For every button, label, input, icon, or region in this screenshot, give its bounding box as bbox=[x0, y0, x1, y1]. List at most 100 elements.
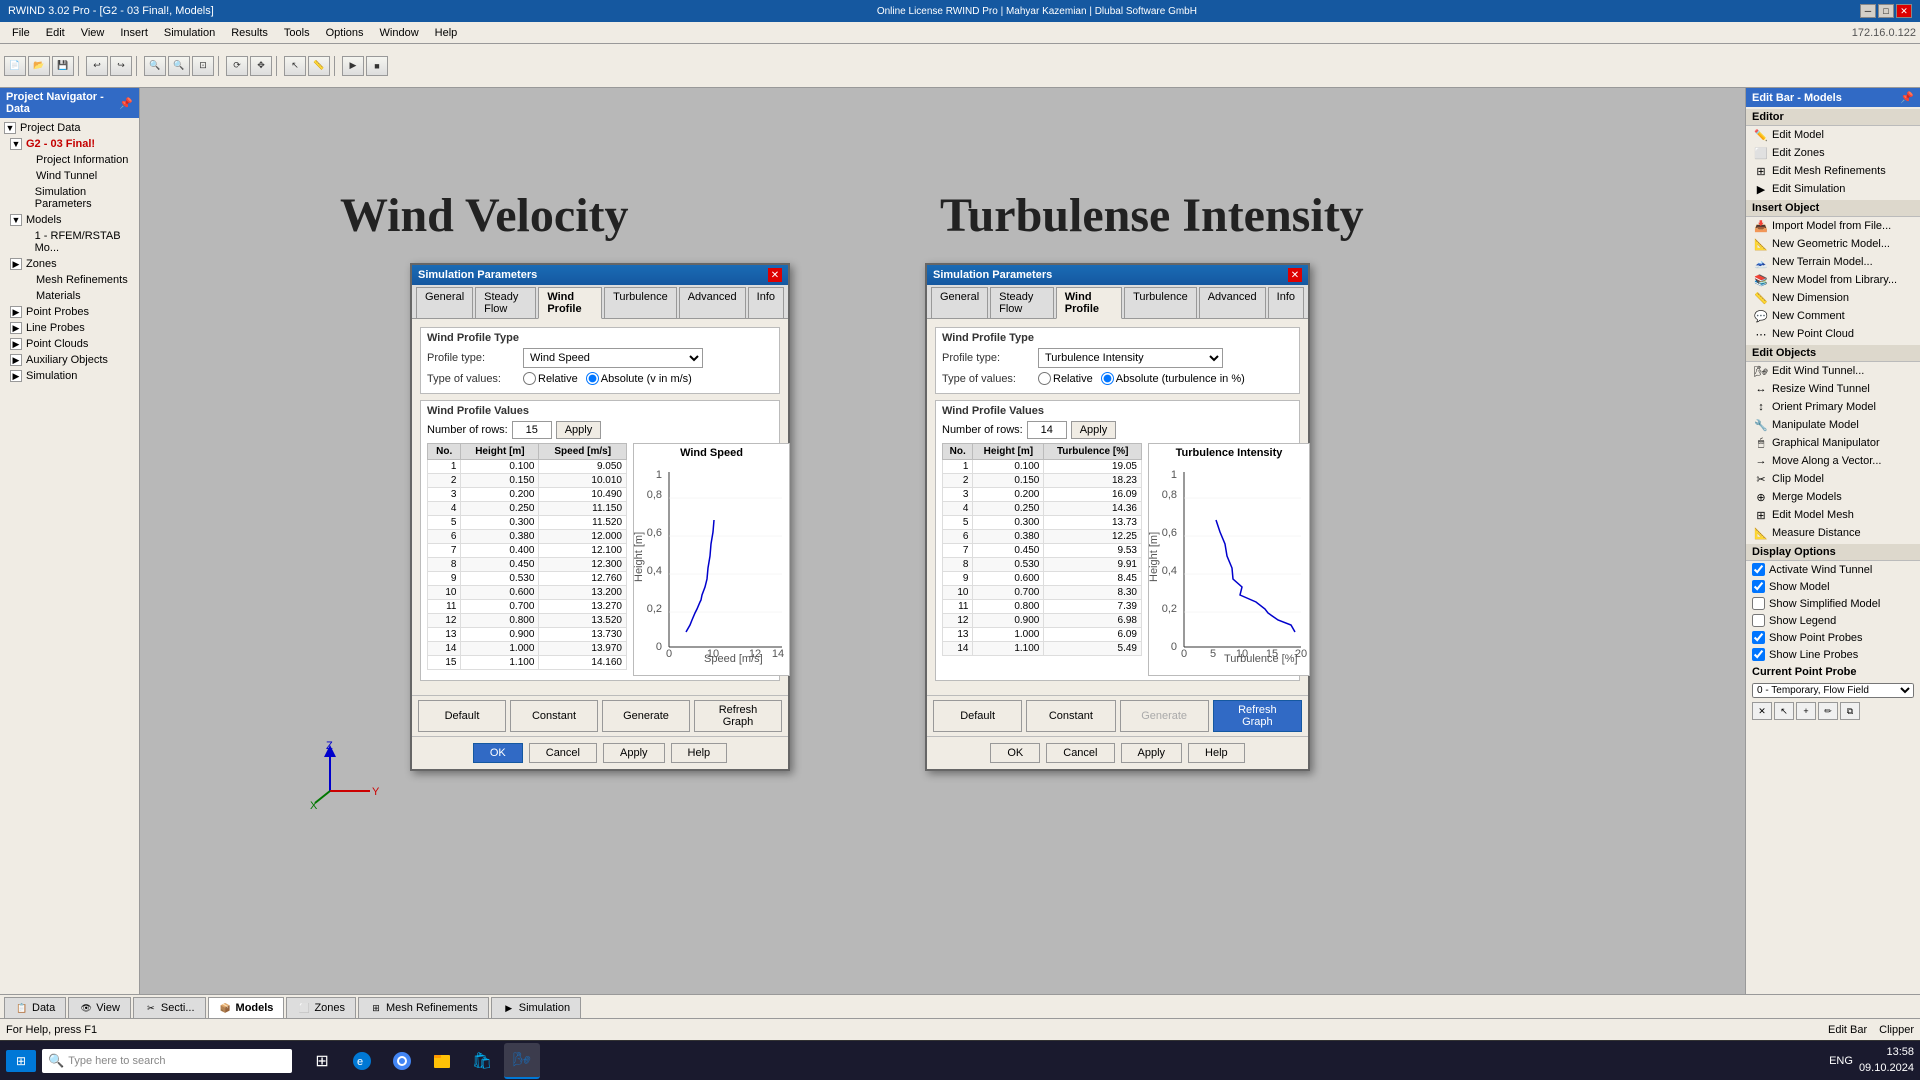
menu-results[interactable]: Results bbox=[223, 25, 276, 41]
probe-btn-add[interactable]: + bbox=[1796, 702, 1816, 720]
tab-data[interactable]: 📋 Data bbox=[4, 997, 66, 1018]
tab-general[interactable]: General bbox=[416, 287, 473, 318]
tb-zoom-in[interactable]: 🔍 bbox=[144, 56, 166, 76]
show-line-probes-check[interactable] bbox=[1752, 648, 1765, 661]
cancel-button-turb[interactable]: Cancel bbox=[1046, 743, 1114, 763]
edit-model-item[interactable]: ✏️ Edit Model bbox=[1746, 126, 1920, 144]
tree-point-probes[interactable]: ▶ Point Probes bbox=[0, 304, 139, 320]
sidebar-pin[interactable]: 📌 bbox=[119, 97, 133, 110]
expand-point-probes[interactable]: ▶ bbox=[10, 306, 22, 318]
tab-turb-advanced[interactable]: Advanced bbox=[1199, 287, 1266, 318]
show-point-probes-opt[interactable]: Show Point Probes bbox=[1746, 629, 1920, 646]
show-simplified-opt[interactable]: Show Simplified Model bbox=[1746, 595, 1920, 612]
tb-undo[interactable]: ↩ bbox=[86, 56, 108, 76]
tree-aux-objects[interactable]: ▶ Auxiliary Objects bbox=[0, 352, 139, 368]
tab-secti[interactable]: ✂ Secti... bbox=[133, 997, 206, 1018]
tab-turbulence[interactable]: Turbulence bbox=[604, 287, 677, 318]
new-comment-item[interactable]: 💬 New Comment bbox=[1746, 307, 1920, 325]
close-button[interactable]: ✕ bbox=[1896, 4, 1912, 18]
menu-simulation[interactable]: Simulation bbox=[156, 25, 223, 41]
show-point-probes-check[interactable] bbox=[1752, 631, 1765, 644]
default-button-turb[interactable]: Default bbox=[933, 700, 1022, 732]
cancel-button-wind[interactable]: Cancel bbox=[529, 743, 597, 763]
absolute-radio-label[interactable]: Absolute (v in m/s) bbox=[586, 372, 692, 385]
dialog-turb-close[interactable]: ✕ bbox=[1288, 268, 1302, 282]
edit-mesh-obj-item[interactable]: ⊞ Edit Model Mesh bbox=[1746, 506, 1920, 524]
new-terrain-item[interactable]: 🗻 New Terrain Model... bbox=[1746, 253, 1920, 271]
tb-save[interactable]: 💾 bbox=[52, 56, 74, 76]
turb-num-rows-apply-button[interactable]: Apply bbox=[1071, 421, 1117, 439]
edit-zones-item[interactable]: ⬜ Edit Zones bbox=[1746, 144, 1920, 162]
tab-models[interactable]: 📦 Models bbox=[208, 997, 285, 1018]
edit-wind-tunnel-item[interactable]: 🌬 Edit Wind Tunnel... bbox=[1746, 362, 1920, 380]
menu-edit[interactable]: Edit bbox=[38, 25, 73, 41]
relative-radio[interactable] bbox=[523, 372, 536, 385]
probe-btn-delete[interactable]: ✕ bbox=[1752, 702, 1772, 720]
new-library-item[interactable]: 📚 New Model from Library... bbox=[1746, 271, 1920, 289]
dialog-turb-titlebar[interactable]: Simulation Parameters ✕ bbox=[927, 265, 1308, 285]
num-rows-apply-button[interactable]: Apply bbox=[556, 421, 602, 439]
tab-mesh-ref[interactable]: ⊞ Mesh Refinements bbox=[358, 997, 489, 1018]
tab-turb-wind-profile[interactable]: Wind Profile bbox=[1056, 287, 1122, 319]
clipper-label[interactable]: Clipper bbox=[1879, 1024, 1914, 1036]
expand-simulation[interactable]: ▶ bbox=[10, 370, 22, 382]
turb-relative-radio[interactable] bbox=[1038, 372, 1051, 385]
help-button-turb[interactable]: Help bbox=[1188, 743, 1245, 763]
import-model-item[interactable]: 📥 Import Model from File... bbox=[1746, 217, 1920, 235]
tree-model1[interactable]: 1 - RFEM/RSTAB Mo... bbox=[0, 228, 139, 256]
refresh-graph-button-wind[interactable]: Refresh Graph bbox=[694, 700, 782, 732]
new-dimension-item[interactable]: 📏 New Dimension bbox=[1746, 289, 1920, 307]
tb-render[interactable]: ▶ bbox=[342, 56, 364, 76]
merge-models-item[interactable]: ⊕ Merge Models bbox=[1746, 488, 1920, 506]
turb-num-rows-input[interactable] bbox=[1027, 421, 1067, 439]
turb-profile-type-select[interactable]: Turbulence Intensity bbox=[1038, 348, 1223, 368]
activate-wind-tunnel-opt[interactable]: Activate Wind Tunnel bbox=[1746, 561, 1920, 578]
turb-relative-label[interactable]: Relative bbox=[1038, 372, 1093, 385]
edit-simulation-item[interactable]: ▶ Edit Simulation bbox=[1746, 180, 1920, 198]
tb-rotate[interactable]: ⟳ bbox=[226, 56, 248, 76]
new-geo-model-item[interactable]: 📐 New Geometric Model... bbox=[1746, 235, 1920, 253]
expand-g2[interactable]: ▼ bbox=[10, 138, 22, 150]
tree-sim-params[interactable]: Simulation Parameters bbox=[0, 184, 139, 212]
expand-project[interactable]: ▼ bbox=[4, 122, 16, 134]
minimize-button[interactable]: ─ bbox=[1860, 4, 1876, 18]
tree-project-data[interactable]: ▼ Project Data bbox=[0, 120, 139, 136]
tree-g2[interactable]: ▼ G2 - 03 Final! bbox=[0, 136, 139, 152]
profile-type-select[interactable]: Wind Speed bbox=[523, 348, 703, 368]
show-model-check[interactable] bbox=[1752, 580, 1765, 593]
turb-absolute-label[interactable]: Absolute (turbulence in %) bbox=[1101, 372, 1245, 385]
tree-models[interactable]: ▼ Models bbox=[0, 212, 139, 228]
absolute-radio[interactable] bbox=[586, 372, 599, 385]
current-probe-select[interactable]: 0 - Temporary, Flow Field bbox=[1752, 683, 1914, 698]
relative-radio-label[interactable]: Relative bbox=[523, 372, 578, 385]
tb-select[interactable]: ↖ bbox=[284, 56, 306, 76]
apply-button-wind[interactable]: Apply bbox=[603, 743, 665, 763]
tab-zones[interactable]: ⬜ Zones bbox=[286, 997, 356, 1018]
manipulate-item[interactable]: 🔧 Manipulate Model bbox=[1746, 416, 1920, 434]
tree-project-info[interactable]: Project Information bbox=[0, 152, 139, 168]
menu-options[interactable]: Options bbox=[318, 25, 372, 41]
show-legend-opt[interactable]: Show Legend bbox=[1746, 612, 1920, 629]
tb-pan[interactable]: ✥ bbox=[250, 56, 272, 76]
taskbar-search[interactable]: 🔍 Type here to search bbox=[42, 1049, 292, 1073]
tb-open[interactable]: 📂 bbox=[28, 56, 50, 76]
apply-button-turb[interactable]: Apply bbox=[1121, 743, 1183, 763]
measure-dist-item[interactable]: 📐 Measure Distance bbox=[1746, 524, 1920, 542]
tab-turb-turbulence[interactable]: Turbulence bbox=[1124, 287, 1197, 318]
dialog-wind-close[interactable]: ✕ bbox=[768, 268, 782, 282]
expand-models[interactable]: ▼ bbox=[10, 214, 22, 226]
taskbar-app-chrome[interactable] bbox=[384, 1043, 420, 1079]
turb-absolute-radio[interactable] bbox=[1101, 372, 1114, 385]
menu-view[interactable]: View bbox=[73, 25, 113, 41]
tb-measure[interactable]: 📏 bbox=[308, 56, 330, 76]
tab-simulation[interactable]: ▶ Simulation bbox=[491, 997, 581, 1018]
show-model-opt[interactable]: Show Model bbox=[1746, 578, 1920, 595]
tab-turb-steady[interactable]: Steady Flow bbox=[990, 287, 1054, 318]
tab-view[interactable]: 👁 View bbox=[68, 997, 131, 1018]
ok-button-turb[interactable]: OK bbox=[990, 743, 1040, 763]
menu-window[interactable]: Window bbox=[372, 25, 427, 41]
default-button-wind[interactable]: Default bbox=[418, 700, 506, 732]
show-simplified-check[interactable] bbox=[1752, 597, 1765, 610]
ok-button-wind[interactable]: OK bbox=[473, 743, 523, 763]
tab-turb-info[interactable]: Info bbox=[1268, 287, 1304, 318]
